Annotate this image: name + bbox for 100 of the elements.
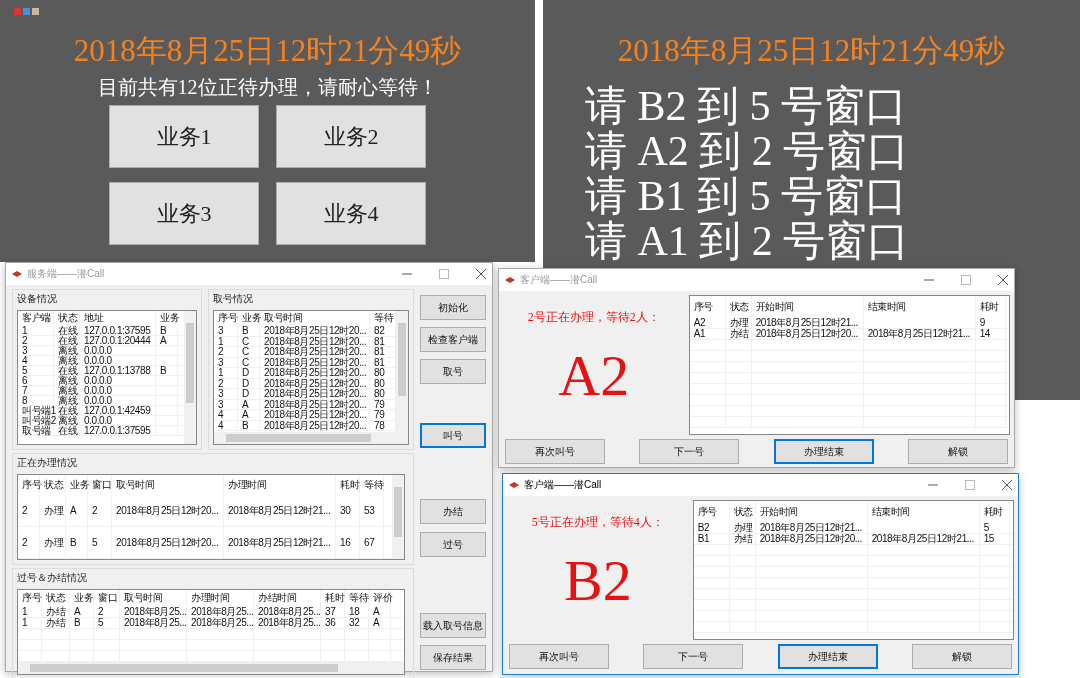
table-cell: 2 (214, 347, 238, 357)
table-cell: 5 (88, 527, 112, 558)
action-button[interactable]: 办理结束 (773, 439, 874, 464)
table-cell: 2 (88, 495, 112, 526)
table-cell: 30 (336, 495, 360, 526)
list-view[interactable]: 序号 状态 开始时间 结束时间 耗时 B2 办理 2018年8月25日12时21... 5 B1 办结 2018年8月25日12时20... 2018年8月25日12时21... 15 (692, 500, 1014, 640)
list-view[interactable] (17, 310, 197, 445)
column-header[interactable]: 状态 (729, 501, 756, 522)
call-text: 请 A1 到 2 号窗口 (585, 219, 910, 264)
column-header[interactable]: 开始时间 (755, 501, 868, 522)
scrollbar[interactable] (214, 432, 408, 444)
column-header[interactable]: 状态 (54, 311, 80, 325)
action-button[interactable]: 取号 (420, 359, 486, 384)
service-button[interactable]: 业务4 (276, 182, 426, 245)
action-button[interactable]: 保存结果 (420, 645, 486, 670)
action-button[interactable]: 再次叫号 (509, 644, 609, 669)
column-header[interactable]: 客户端 (18, 311, 54, 325)
column-header[interactable]: 地址 (80, 311, 156, 325)
scrollbar[interactable] (18, 662, 404, 674)
column-header[interactable]: 等待 (345, 590, 369, 606)
action-button[interactable]: 过号 (420, 532, 486, 557)
column-header[interactable]: 评价 (369, 590, 391, 606)
table-cell: 2018年8月25日12时20... (260, 378, 370, 389)
group-title: 取号情况 (213, 292, 254, 306)
action-button[interactable]: 解锁 (912, 644, 1012, 669)
table-cell: 取号端 (18, 426, 54, 436)
column-header[interactable]: 耗时 (979, 501, 1010, 522)
column-header[interactable]: 业务 (238, 311, 260, 325)
column-header[interactable]: 办理时间 (187, 590, 254, 606)
status-text: 2号正在办理，等待2人： (527, 309, 660, 326)
column-header[interactable]: 窗口 (94, 590, 120, 606)
service-button[interactable]: 业务2 (276, 105, 426, 168)
list-view[interactable]: 序号 状态 业务 窗口 取号时间 办理时间 耗时 等待 2 办理 A 2 2018年8月25日12时20... 2018年8月25日12时21... 30 53 2 办理 B 5 2018年8月25日12时20... 2018年8月25日12时21... 16 67 (17, 474, 405, 560)
action-button[interactable]: 办结 (420, 499, 486, 524)
column-header[interactable]: 办结时间 (254, 590, 321, 606)
table-cell: 8 (18, 396, 54, 406)
column-header[interactable]: 结束时间 (867, 501, 980, 522)
action-button[interactable]: 再次叫号 (505, 439, 605, 464)
close-icon[interactable] (1002, 480, 1012, 490)
column-header[interactable]: 状态 (725, 296, 752, 317)
column-header[interactable]: 办理时间 (224, 475, 336, 494)
column-header[interactable]: 序号 (693, 501, 730, 522)
column-header[interactable]: 序号 (18, 590, 42, 606)
column-header[interactable]: 耗时 (336, 475, 360, 494)
service-button[interactable]: 业务3 (109, 182, 259, 245)
action-button[interactable]: 解锁 (908, 439, 1008, 464)
list-view[interactable] (213, 310, 409, 445)
table-cell: 36 (321, 618, 345, 628)
action-button[interactable]: 叫号 (420, 423, 486, 448)
maximize-icon[interactable] (439, 269, 449, 279)
table-cell: B (66, 527, 88, 558)
table-cell: 3 (18, 346, 54, 356)
column-header[interactable]: 耗时 (321, 590, 345, 606)
service-button[interactable]: 业务1 (109, 105, 259, 168)
maximize-icon[interactable] (961, 275, 971, 285)
scrollbar[interactable] (392, 475, 404, 559)
window-title: 服务端——潜Call (27, 267, 106, 281)
table-cell: 7 (18, 386, 54, 396)
table-cell: 办结 (725, 329, 752, 339)
column-header[interactable]: 窗口 (88, 475, 112, 494)
column-header[interactable]: 取号时间 (112, 475, 224, 494)
action-button[interactable]: 下一号 (639, 439, 740, 464)
action-button[interactable]: 检查客户端 (420, 327, 486, 352)
action-button[interactable]: 初始化 (420, 295, 486, 320)
action-button[interactable]: 载入取号信息 (420, 613, 486, 638)
maximize-icon[interactable] (965, 480, 975, 490)
action-button[interactable]: 下一号 (643, 644, 744, 669)
column-header[interactable]: 序号 (214, 311, 238, 325)
list-view[interactable]: 序号 状态 开始时间 结束时间 耗时 A2 办理 2018年8月25日12时21... 9 A1 办结 2018年8月25日12时20... 2018年8月25日12时21... 14 (688, 295, 1010, 435)
column-header[interactable]: 取号时间 (260, 311, 370, 325)
table-cell: 2018年8月25... (120, 618, 187, 628)
action-button[interactable]: 办理结束 (777, 644, 878, 669)
column-header[interactable]: 业务 (156, 311, 178, 325)
column-header[interactable]: 业务 (70, 590, 94, 606)
close-icon[interactable] (998, 275, 1008, 285)
table-cell: 127.0.0.1:20444 (80, 336, 156, 346)
close-icon[interactable] (476, 269, 486, 279)
list-view[interactable]: 序号 状态 业务 窗口 取号时间 办理时间 办结时间 耗时 等待 评价 1 办结 A 2 2018年8月25... 2018年8月25... 2018年8月25... 37 18 A 1 办结 B 5 2018年8月25... 2018年8月25... 2018年8月25... 36 32 A (17, 589, 405, 675)
column-header[interactable]: 开始时间 (751, 296, 864, 317)
table-cell: 4 (18, 356, 54, 366)
column-header[interactable]: 耗时 (975, 296, 1006, 317)
scrollbar[interactable] (184, 311, 196, 444)
table-cell: 53 (360, 495, 384, 526)
column-header[interactable]: 等待 (360, 475, 384, 494)
table-cell: 1 (18, 326, 54, 336)
table-cell: 离线 (54, 356, 80, 366)
table-cell: 127.0.0.1:13788 (80, 366, 156, 376)
column-header[interactable]: 结束时间 (863, 296, 976, 317)
column-header[interactable]: 取号时间 (120, 590, 187, 606)
column-header[interactable]: 序号 (689, 296, 726, 317)
group-title: 过号＆办结情况 (17, 571, 88, 585)
app-icon (509, 481, 519, 489)
table-cell: 5 (979, 523, 1010, 533)
table-cell: A2 (689, 318, 726, 328)
column-header[interactable]: 状态 (42, 590, 70, 606)
scrollbar[interactable] (396, 311, 408, 432)
table-cell: 0.0.0.0 (80, 416, 156, 426)
column-header[interactable]: 序号 (18, 475, 40, 494)
column-header[interactable]: 业务 (66, 475, 88, 494)
table-cell: D (238, 378, 260, 389)
